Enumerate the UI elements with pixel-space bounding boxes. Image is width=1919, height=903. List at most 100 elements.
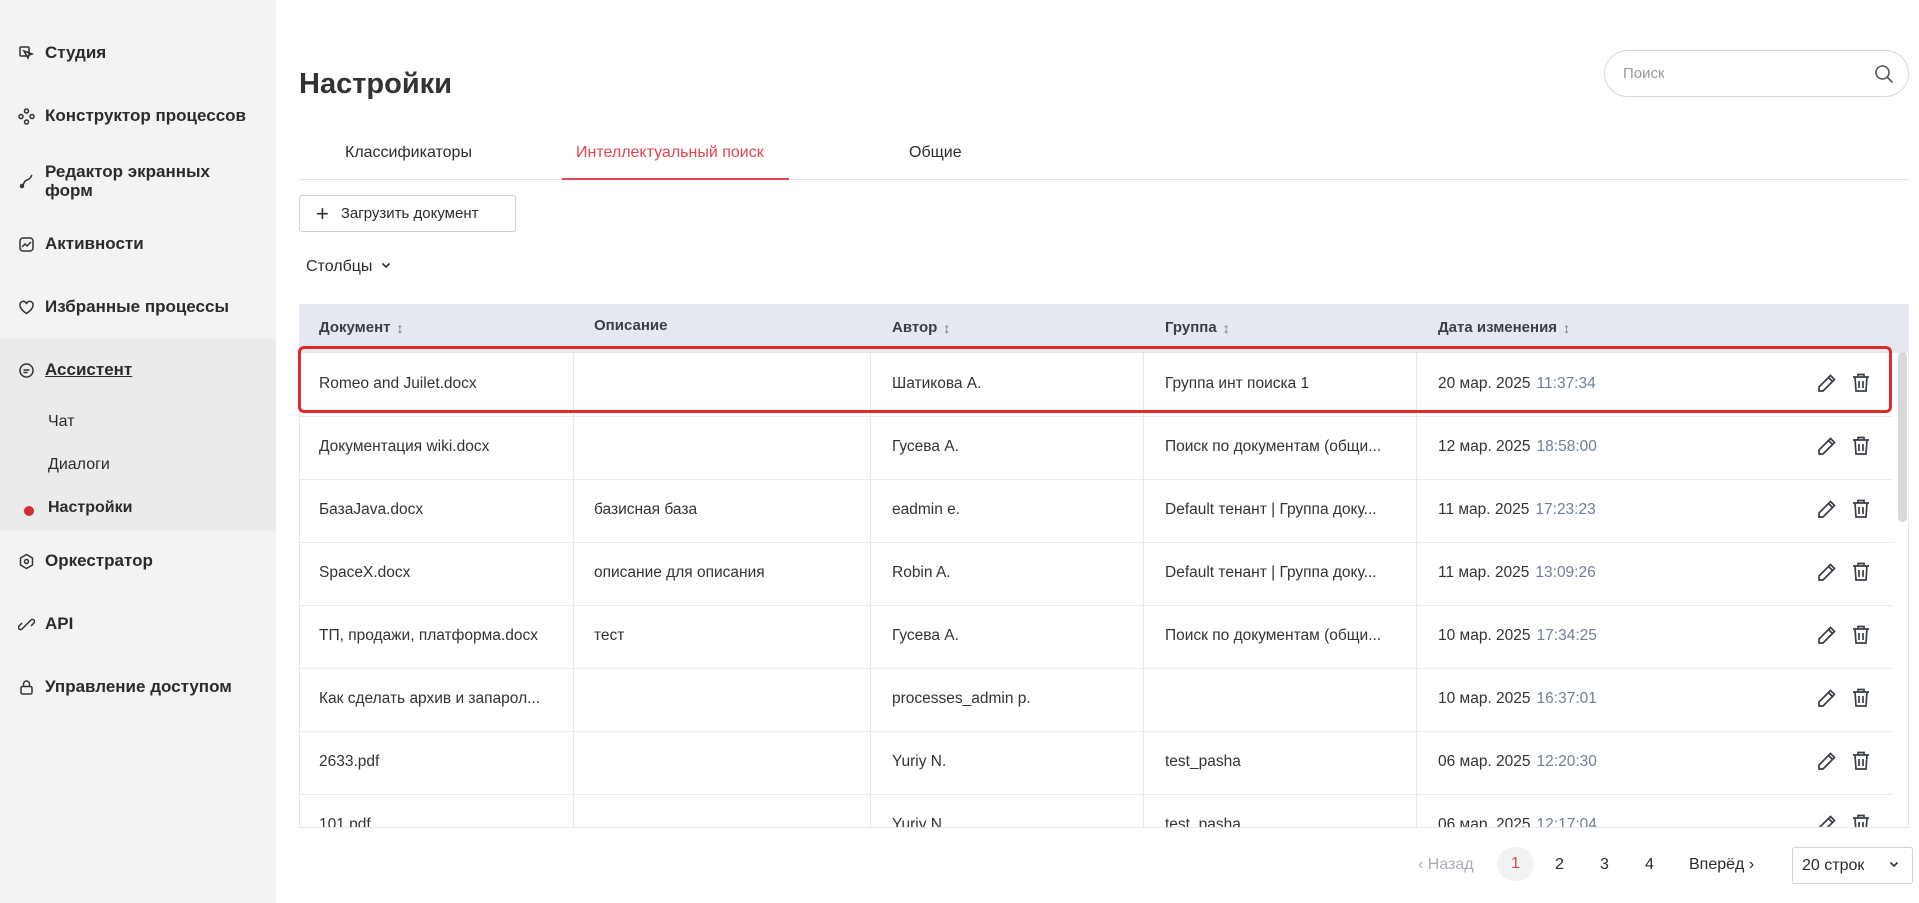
sidebar-item-label: Редактор экранных форм (45, 162, 210, 200)
sidebar-item-favorites[interactable]: Избранные процессы (18, 297, 229, 317)
delete-trash-icon[interactable] (1849, 434, 1873, 458)
cell-document: БазаJava.docx (319, 501, 424, 518)
table-row[interactable]: 2633.pdf Yuriy N. test_pasha 06 мар. 2025 12… (300, 731, 1892, 795)
delete-trash-icon[interactable] (1849, 812, 1873, 827)
sidebar-item-label: Ассистент (45, 360, 133, 379)
sort-icon[interactable]: ↕ (1563, 320, 1570, 336)
edit-pencil-icon[interactable] (1815, 497, 1839, 521)
rows-per-page-value: 20 строк (1802, 856, 1865, 874)
edit-pencil-icon[interactable] (1815, 371, 1839, 395)
edit-pencil-icon[interactable] (1815, 434, 1839, 458)
table-row[interactable]: 101.pdf Yuriy N. test_pasha 06 мар. 2025 12:… (300, 794, 1892, 828)
sidebar-item-assistant[interactable]: Ассистент (18, 360, 132, 380)
table-row[interactable]: Romeo and Juilet.docx Шатикова А. Группа и… (300, 353, 1892, 417)
sidebar-subitem-dialogs[interactable]: Диалоги (48, 456, 110, 474)
delete-trash-icon[interactable] (1849, 560, 1873, 584)
row-actions (1815, 686, 1873, 710)
upload-document-button[interactable]: + Загрузить документ (299, 195, 516, 232)
column-header-author[interactable]: Автор ↕ (892, 319, 950, 336)
cell-group: test_pasha (1165, 816, 1241, 828)
heart-icon (18, 299, 35, 316)
cell-date: 06 мар. 2025 12:20:30 (1438, 753, 1738, 771)
table-row[interactable]: Документация wiki.docx Гусева А. Поиск по … (300, 416, 1892, 480)
sidebar-item-api[interactable]: API (18, 614, 73, 634)
edit-pencil-icon[interactable] (1815, 686, 1839, 710)
row-actions (1815, 371, 1873, 395)
sidebar-item-studio[interactable]: Студия (18, 43, 106, 63)
rows-per-page-select[interactable]: 20 строк (1792, 847, 1913, 884)
cell-date: 20 мар. 2025 11:37:34 (1438, 375, 1738, 393)
table-header: Документ ↕ Описание Автор ↕ Группа ↕ Дат… (300, 305, 1908, 353)
sidebar-item-form-editor[interactable]: Редактор экранных форм (18, 162, 235, 200)
sidebar-subitem-chat[interactable]: Чат (48, 413, 75, 431)
cell-author: Yuriy N. (892, 816, 947, 828)
date-value: 11 мар. 2025 (1438, 501, 1530, 518)
cell-group: Группа инт поиска 1 (1165, 375, 1310, 392)
sort-icon[interactable]: ↕ (943, 320, 950, 336)
columns-dropdown[interactable]: Столбцы (306, 258, 392, 276)
column-header-label: Группа (1165, 319, 1217, 336)
time-value: 13:09:26 (1535, 564, 1596, 581)
cell-document: Как сделать архив и запарол... (319, 690, 541, 707)
pagination-page-2[interactable]: 2 (1555, 856, 1564, 874)
table-row[interactable]: ТП, продажи, платформа.docx тест Гусева А.… (300, 605, 1892, 669)
delete-trash-icon[interactable] (1849, 371, 1873, 395)
table-row[interactable]: Как сделать архив и запарол... processes_… (300, 668, 1892, 732)
cell-date: 11 мар. 2025 13:09:26 (1438, 564, 1738, 582)
delete-trash-icon[interactable] (1849, 623, 1873, 647)
column-header-label: Документ (319, 319, 391, 336)
cell-author: Гусева А. (892, 627, 959, 644)
time-value: 17:34:25 (1536, 627, 1597, 644)
edit-pencil-icon[interactable] (1815, 560, 1839, 584)
sort-icon[interactable]: ↕ (397, 320, 404, 336)
sidebar-item-process-builder[interactable]: Конструктор процессов (18, 106, 246, 126)
cell-date: 12 мар. 2025 18:58:00 (1438, 438, 1738, 456)
pagination-next-button[interactable]: Вперёд › (1689, 856, 1754, 874)
sidebar-subitem-settings[interactable]: Настройки (48, 499, 132, 517)
edit-pencil-icon[interactable] (1815, 749, 1839, 773)
time-value: 16:37:01 (1536, 690, 1597, 707)
row-actions (1815, 497, 1873, 521)
time-value: 17:23:23 (1535, 501, 1596, 518)
edit-pencil-icon[interactable] (1815, 623, 1839, 647)
column-header-group[interactable]: Группа ↕ (1165, 319, 1230, 336)
column-header-date[interactable]: Дата изменения ↕ (1438, 319, 1570, 336)
time-value: 12:20:30 (1536, 753, 1597, 770)
delete-trash-icon[interactable] (1849, 497, 1873, 521)
table-row[interactable]: БазаJava.docx базисная база eadmin e. Defau… (300, 479, 1892, 543)
settings-tabs: Классификаторы Интеллектуальный поиск Об… (299, 138, 1909, 180)
delete-trash-icon[interactable] (1849, 686, 1873, 710)
column-header-document[interactable]: Документ ↕ (319, 319, 404, 336)
tab-intelligent-search[interactable]: Интеллектуальный поиск (576, 144, 764, 174)
table-scrollbar[interactable] (1898, 352, 1907, 522)
studio-icon (18, 45, 35, 62)
sidebar-item-label: Конструктор процессов (45, 106, 246, 125)
pagination-page-4[interactable]: 4 (1645, 856, 1654, 874)
table-row[interactable]: SpaceX.docx описание для описания Robin A.… (300, 542, 1892, 606)
search-input[interactable] (1623, 65, 1874, 82)
sidebar-item-orchestrator[interactable]: Оркестратор (18, 551, 153, 571)
sidebar-item-access-control[interactable]: Управление доступом (18, 677, 232, 697)
cell-document: ТП, продажи, платформа.docx (319, 627, 538, 644)
row-actions (1815, 749, 1873, 773)
upload-document-label: Загрузить документ (340, 205, 479, 222)
activity-icon (18, 236, 35, 253)
sort-icon[interactable]: ↕ (1223, 320, 1230, 336)
tab-classifiers[interactable]: Классификаторы (345, 144, 472, 174)
columns-label: Столбцы (306, 258, 373, 275)
search-icon[interactable] (1874, 64, 1894, 84)
active-tab-indicator (562, 178, 789, 180)
sidebar-item-label: Управление доступом (45, 677, 232, 696)
sidebar-item-activities[interactable]: Активности (18, 234, 144, 254)
column-header-description: Описание (594, 317, 667, 334)
pagination-prev-button[interactable]: ‹ Назад (1418, 856, 1474, 874)
cell-document: Romeo and Juilet.docx (319, 375, 477, 392)
chevron-down-icon (380, 258, 392, 276)
edit-pencil-icon[interactable] (1815, 812, 1839, 827)
sidebar-item-label: API (45, 614, 74, 633)
pagination-page-1[interactable]: 1 (1497, 847, 1534, 881)
tab-general[interactable]: Общие (909, 144, 962, 174)
pagination-page-3[interactable]: 3 (1600, 856, 1609, 874)
search-box[interactable] (1604, 50, 1909, 97)
delete-trash-icon[interactable] (1849, 749, 1873, 773)
